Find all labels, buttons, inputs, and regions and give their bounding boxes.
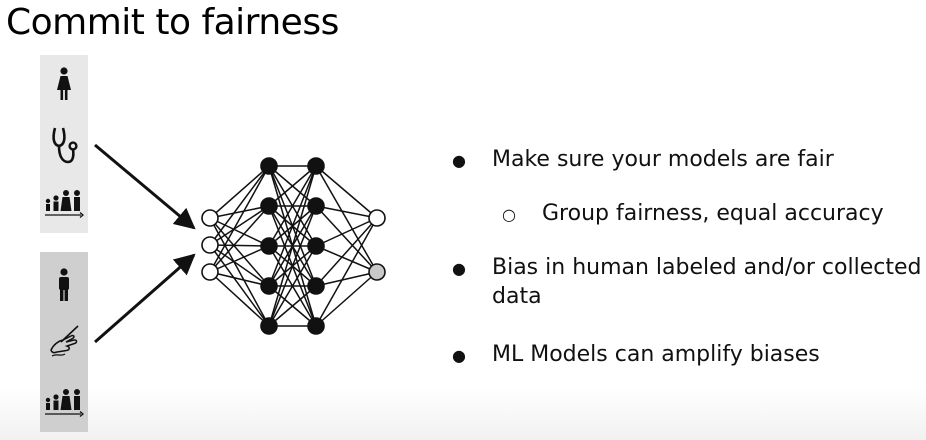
sub-bullet-item: ○ Group fairness, equal accuracy <box>502 200 884 230</box>
bullet-text: Bias in human labeled and/or collected d… <box>492 255 922 309</box>
arrow-top <box>94 143 196 230</box>
circle-bullet-icon: ○ <box>502 205 516 224</box>
network-edge <box>315 165 378 219</box>
network-edge <box>315 271 378 327</box>
bullet-text: Make sure your models are fair <box>492 147 834 172</box>
hidden-node <box>307 237 325 255</box>
network-edge <box>209 244 270 247</box>
network-edge <box>315 271 378 287</box>
network-edge <box>315 217 378 287</box>
bullet-dot-icon: ● <box>452 346 466 365</box>
hidden-node <box>260 237 278 255</box>
input-node <box>201 263 219 281</box>
network-edge <box>209 245 270 273</box>
bullet-item: ● Make sure your models are fair <box>450 146 834 176</box>
network-edge <box>315 245 378 273</box>
network-edge <box>315 165 378 273</box>
hidden-node <box>260 317 278 335</box>
hidden-node <box>307 277 325 295</box>
arrow-bottom <box>94 253 196 344</box>
hidden-node <box>307 157 325 175</box>
bullet-item: ● Bias in human labeled and/or collected… <box>450 254 922 311</box>
output-node <box>368 263 386 281</box>
network-edge <box>315 217 378 247</box>
bullet-text: Group fairness, equal accuracy <box>542 201 884 226</box>
network-edge <box>209 165 270 219</box>
input-node <box>201 209 219 227</box>
bullet-item: ● ML Models can amplify biases <box>450 341 820 371</box>
bullet-dot-icon: ● <box>452 151 466 170</box>
hidden-node <box>260 197 278 215</box>
network-edge <box>209 165 270 246</box>
network-edge <box>315 217 378 327</box>
hidden-node <box>307 317 325 335</box>
network-edges <box>209 165 378 327</box>
hidden-node <box>260 157 278 175</box>
input-node <box>201 236 219 254</box>
bullet-dot-icon: ● <box>452 259 466 278</box>
hidden-node <box>307 197 325 215</box>
network-edge <box>209 165 270 273</box>
bullet-text: ML Models can amplify biases <box>492 342 820 367</box>
output-node <box>368 209 386 227</box>
hidden-node <box>260 277 278 295</box>
